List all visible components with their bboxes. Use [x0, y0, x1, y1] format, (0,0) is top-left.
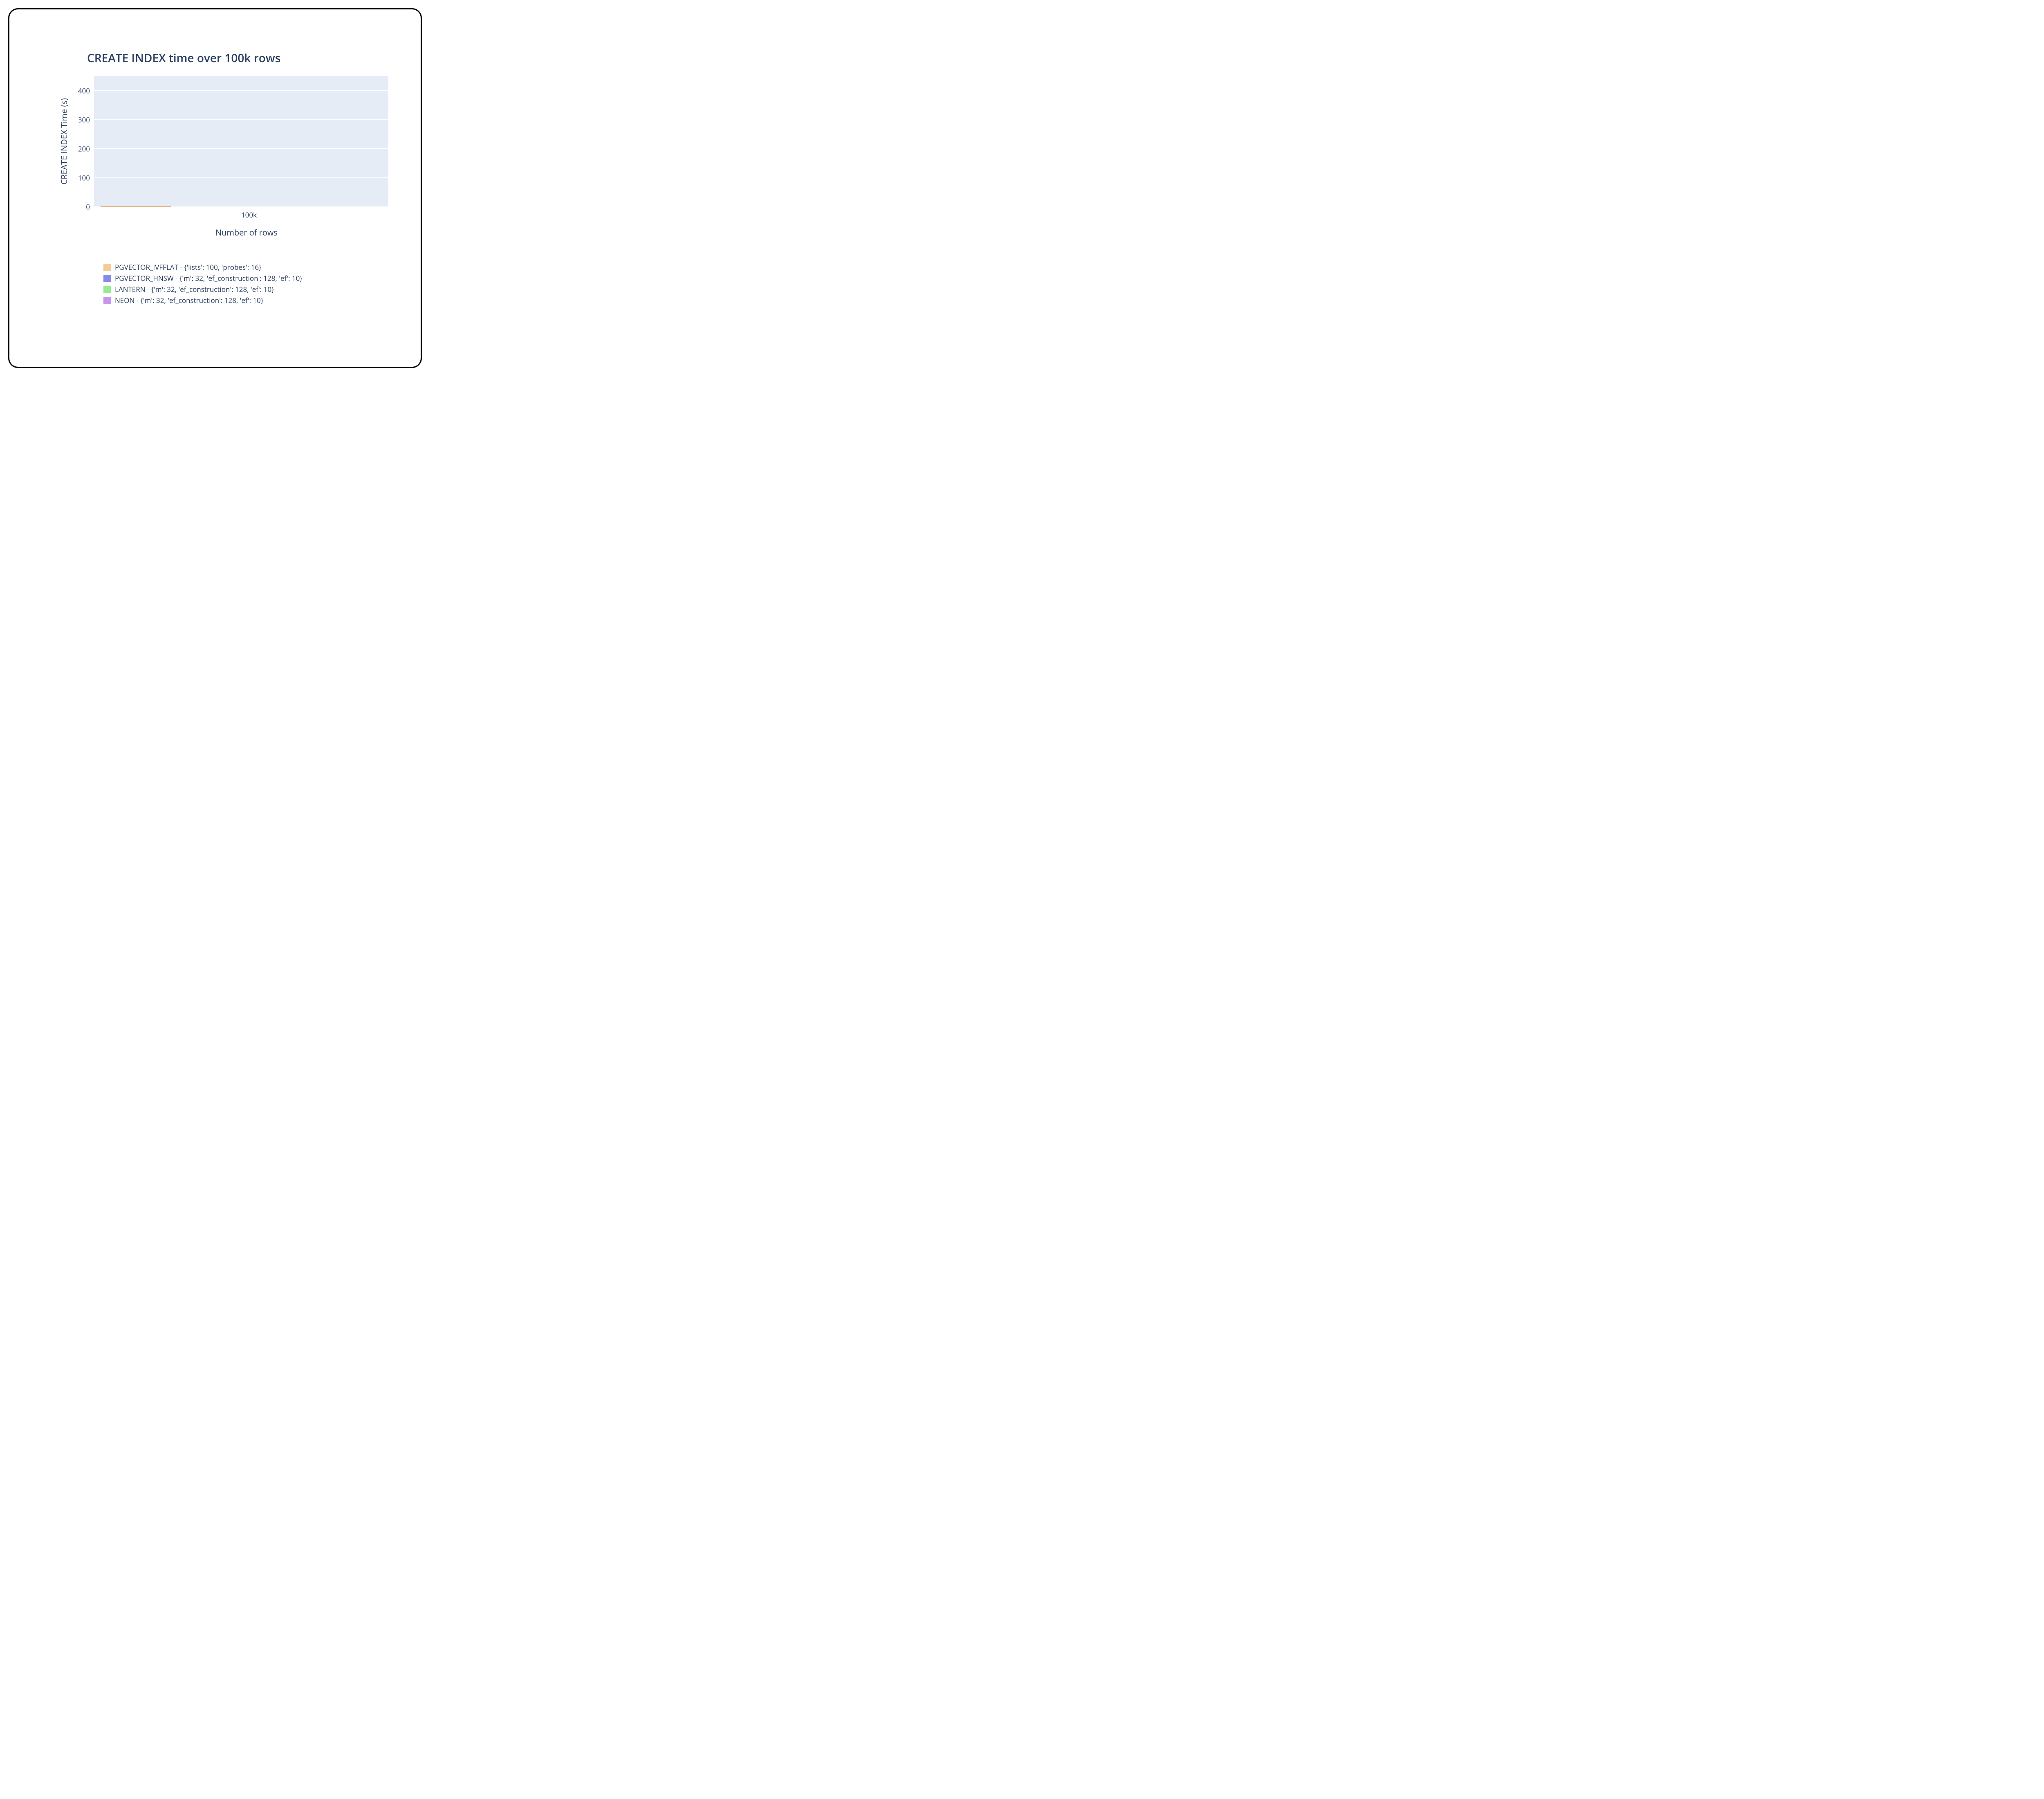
y-tick: 200	[78, 144, 90, 153]
x-tick: 100k	[102, 210, 396, 220]
chart-card: CREATE INDEX time over 100k rows CREATE …	[8, 8, 422, 368]
legend-label: NEON - {'m': 32, 'ef_construction': 128,…	[115, 296, 263, 305]
legend-swatch-icon	[103, 264, 111, 271]
x-label-row: Number of rows	[58, 220, 396, 238]
gridline	[94, 148, 388, 149]
y-tick: 400	[78, 86, 90, 95]
y-tick: 0	[86, 202, 90, 212]
y-tick: 100	[78, 173, 90, 182]
spacer	[58, 220, 79, 238]
gridline	[94, 119, 388, 120]
legend-item: LANTERN - {'m': 32, 'ef_construction': 1…	[103, 285, 396, 294]
y-axis: 400 300 200 100 0	[74, 76, 94, 207]
legend-item: NEON - {'m': 32, 'ef_construction': 128,…	[103, 296, 396, 305]
spacer	[79, 220, 99, 238]
legend-item: PGVECTOR_HNSW - {'m': 32, 'ef_constructi…	[103, 274, 396, 283]
legend-item: PGVECTOR_IVFFLAT - {'lists': 100, 'probe…	[103, 262, 396, 272]
y-axis-label: CREATE INDEX Time (s)	[58, 98, 69, 184]
x-axis-row: 100k	[58, 207, 396, 220]
legend-swatch-icon	[103, 286, 111, 293]
bar-group-100k	[94, 206, 388, 207]
y-tick: 300	[78, 115, 90, 124]
legend-label: LANTERN - {'m': 32, 'ef_construction': 1…	[115, 285, 274, 294]
chart-area: CREATE INDEX Time (s) 400 300 200 100 0	[58, 76, 396, 207]
gridline	[94, 177, 388, 178]
legend-label: PGVECTOR_HNSW - {'m': 32, 'ef_constructi…	[115, 274, 303, 283]
x-axis-label: Number of rows	[99, 227, 394, 238]
plot-area	[94, 76, 388, 207]
bar-pgvector-ivfflat	[101, 206, 171, 207]
gridline	[94, 90, 388, 91]
legend: PGVECTOR_IVFFLAT - {'lists': 100, 'probe…	[103, 262, 396, 305]
legend-swatch-icon	[103, 297, 111, 304]
chart-title: CREATE INDEX time over 100k rows	[87, 50, 396, 66]
legend-label: PGVECTOR_IVFFLAT - {'lists': 100, 'probe…	[115, 262, 261, 272]
spacer	[58, 207, 79, 220]
legend-swatch-icon	[103, 275, 111, 282]
